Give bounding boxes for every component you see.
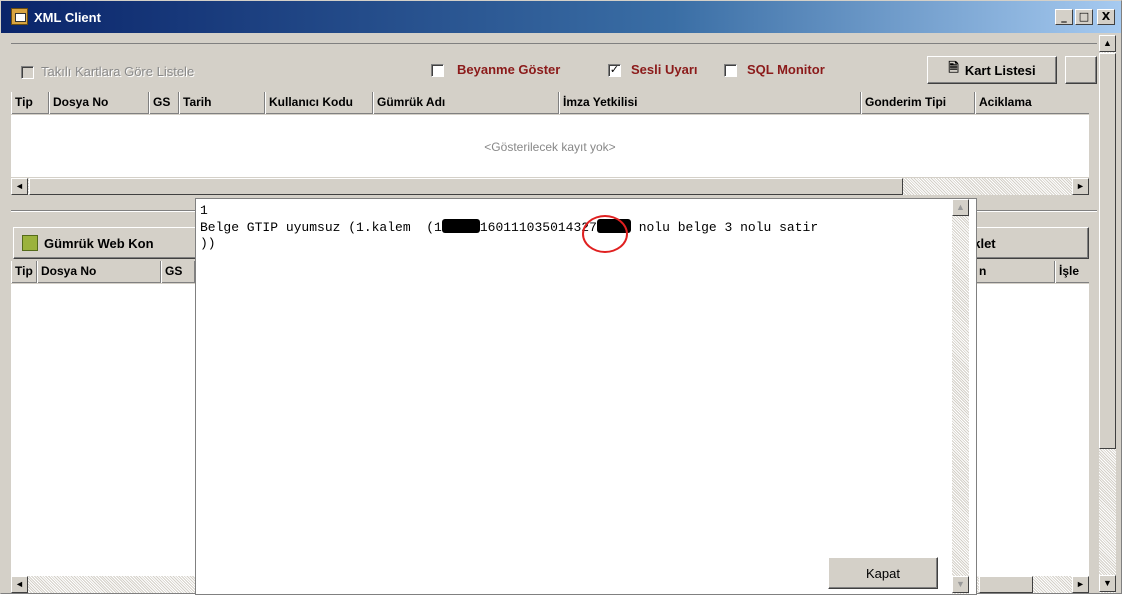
message-memo[interactable]: 1 Belge GTIP uyumsuz (1.kalem (1 16011103… — [200, 203, 950, 252]
bcol-tip[interactable]: Tip — [11, 261, 37, 283]
col-dosya-no[interactable]: Dosya No — [49, 92, 149, 114]
top-grid-hscroll[interactable]: ◄ ► — [11, 178, 1089, 195]
gumruk-web-button[interactable]: Gümrük Web Kon — [13, 227, 199, 259]
minimize-button[interactable]: _ — [1055, 9, 1073, 25]
scroll-down-icon[interactable]: ▼ — [1099, 575, 1116, 592]
bcol-gs[interactable]: GS — [161, 261, 195, 283]
redaction-mark — [441, 219, 480, 233]
memo-line-2-start: Belge GTIP uyumsuz (1.kalem (1 — [200, 220, 442, 235]
memo-scroll-down-icon[interactable]: ▼ — [952, 576, 969, 593]
bottom-scroll-left-icon[interactable]: ◄ — [11, 576, 28, 593]
col-gonderim-tipi[interactable]: Gonderim Tipi — [861, 92, 975, 114]
top-grid-body[interactable]: <Gösterilecek kayıt yok> — [11, 115, 1089, 177]
message-dialog: 1 Belge GTIP uyumsuz (1.kalem (1 16011103… — [195, 198, 977, 595]
bottom-hscroll-thumb[interactable] — [979, 576, 1033, 593]
memo-line-3: )) — [200, 236, 216, 251]
close-button[interactable]: X — [1097, 9, 1115, 25]
toolbar-panel: Takılı Kartlara Göre Listele Beyanme Gös… — [11, 43, 1097, 91]
scroll-thumb[interactable] — [1099, 53, 1116, 449]
sesli-uyari-label[interactable]: Sesli Uyarı — [631, 62, 698, 77]
kart-listesi-label: Kart Listesi — [964, 62, 1036, 78]
beyanname-goster-label[interactable]: Beyanme Göster — [457, 62, 560, 77]
scroll-up-icon[interactable]: ▲ — [1099, 35, 1116, 52]
bcol-isle[interactable]: İşle — [1055, 261, 1087, 283]
bottom-scroll-right-icon[interactable]: ► — [1072, 576, 1089, 593]
document-icon: 🗎 — [948, 60, 959, 75]
bcol-dosya-no[interactable]: Dosya No — [37, 261, 161, 283]
col-gumruk-adi[interactable]: Gümrük Adı — [373, 92, 559, 114]
col-aciklama[interactable]: Aciklama — [975, 92, 1089, 114]
title-bar[interactable]: XML Client _ □ X — [1, 1, 1121, 33]
kart-listesi-button[interactable]: 🗎 Kart Listesi — [927, 56, 1057, 84]
kapat-button[interactable]: Kapat — [828, 557, 938, 589]
extra-toolbar-button[interactable] — [1065, 56, 1097, 84]
kapat-label: Kapat — [866, 565, 900, 581]
highlight-circle — [582, 215, 628, 253]
window-title: XML Client — [34, 10, 101, 25]
eklet-button[interactable]: eklet — [961, 227, 1089, 259]
sql-monitor-checkbox[interactable] — [724, 64, 737, 77]
col-imza-yetkilisi[interactable]: İmza Yetkilisi — [559, 92, 861, 114]
takili-kartlara-checkbox — [21, 66, 34, 79]
col-gs[interactable]: GS — [149, 92, 179, 114]
col-tarih[interactable]: Tarih — [179, 92, 265, 114]
col-tip[interactable]: Tip — [11, 92, 49, 114]
col-kullanici-kodu[interactable]: Kullanıcı Kodu — [265, 92, 373, 114]
hscroll-thumb[interactable] — [29, 178, 903, 195]
beyanname-goster-checkbox[interactable] — [431, 64, 444, 77]
maximize-button[interactable]: □ — [1075, 9, 1093, 25]
gumruk-web-label: Gümrük Web Kon — [44, 235, 154, 251]
empty-grid-message: <Gösterilecek kayıt yok> — [484, 140, 616, 154]
sql-monitor-label[interactable]: SQL Monitor — [747, 62, 825, 77]
puzzle-icon — [22, 235, 38, 251]
memo-line-2-c: 1035 — [518, 220, 551, 235]
memo-line-1: 1 — [200, 203, 208, 218]
scroll-left-icon[interactable]: ◄ — [11, 178, 28, 195]
memo-vertical-scrollbar[interactable]: ▲ ▼ — [952, 199, 969, 594]
app-icon — [11, 8, 28, 25]
memo-scroll-up-icon[interactable]: ▲ — [952, 199, 969, 216]
memo-line-2-b: 16011 — [479, 220, 519, 235]
bcol-n[interactable]: n — [975, 261, 1055, 283]
top-grid-header: Tip Dosya No GS Tarih Kullanıcı Kodu Güm… — [11, 92, 1089, 114]
memo-line-2-end: nolu belge 3 nolu satir — [638, 220, 819, 235]
main-vertical-scrollbar[interactable]: ▲ ▼ — [1099, 35, 1116, 593]
scroll-right-icon[interactable]: ► — [1072, 178, 1089, 195]
sesli-uyari-checkbox[interactable]: ✓ — [608, 64, 621, 77]
takili-kartlara-label: Takılı Kartlara Göre Listele — [41, 64, 195, 79]
xml-client-window: XML Client _ □ X ▲ ▼ Takılı Kartlara Gör… — [0, 0, 1122, 595]
